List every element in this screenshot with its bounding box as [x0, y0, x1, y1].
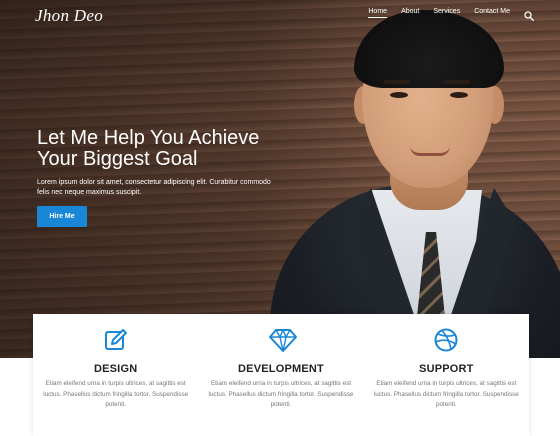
main-nav: Home About Services Contact Me	[368, 8, 534, 21]
service-title: DESIGN	[93, 363, 138, 375]
hire-me-button[interactable]: Hire Me	[37, 206, 87, 227]
service-support: SUPPORT Etiam eleifend urna in turpis ul…	[364, 314, 529, 436]
edit-icon	[103, 327, 129, 353]
hero-section: Jhon Deo Home About Services Contact Me …	[0, 0, 560, 358]
hero-portrait-image	[250, 0, 560, 358]
nav-item-home[interactable]: Home	[368, 8, 387, 18]
service-development: DEVELOPMENT Etiam eleifend urna in turpi…	[198, 314, 363, 436]
portrait-hair	[354, 10, 504, 88]
service-title: DEVELOPMENT	[238, 363, 324, 375]
hero-title-line1: Let Me Help You Achieve	[37, 127, 260, 149]
nav-item-about[interactable]: About	[401, 8, 419, 18]
nav-item-contact[interactable]: Contact Me	[474, 8, 510, 18]
portrait-eye-right	[450, 92, 468, 98]
portrait-eye-left	[390, 92, 408, 98]
service-description: Etiam eleifend urna in turpis ultrices, …	[373, 380, 519, 408]
diamond-icon	[268, 327, 297, 353]
search-icon[interactable]	[524, 8, 534, 21]
service-design: DESIGN Etiam eleifend urna in turpis ult…	[33, 314, 198, 436]
service-description: Etiam eleifend urna in turpis ultrices, …	[43, 380, 189, 408]
dribbble-icon	[433, 327, 459, 353]
services-card: DESIGN Etiam eleifend urna in turpis ult…	[33, 314, 529, 436]
portrait-mouth	[410, 146, 450, 156]
portrait-brow-left	[384, 80, 410, 84]
brand-logo[interactable]: Jhon Deo	[35, 6, 103, 26]
hero-subtitle: Lorem ipsum dolor sit amet, consectetur …	[37, 179, 271, 196]
portrait-brow-right	[444, 80, 470, 84]
hero-title: Let Me Help You Achieve Your Biggest Goa…	[37, 128, 287, 170]
service-description: Etiam eleifend urna in turpis ultrices, …	[208, 380, 354, 408]
hero-title-line2: Your Biggest Goal	[37, 148, 198, 170]
nav-item-services[interactable]: Services	[433, 8, 460, 18]
service-title: SUPPORT	[419, 363, 474, 375]
